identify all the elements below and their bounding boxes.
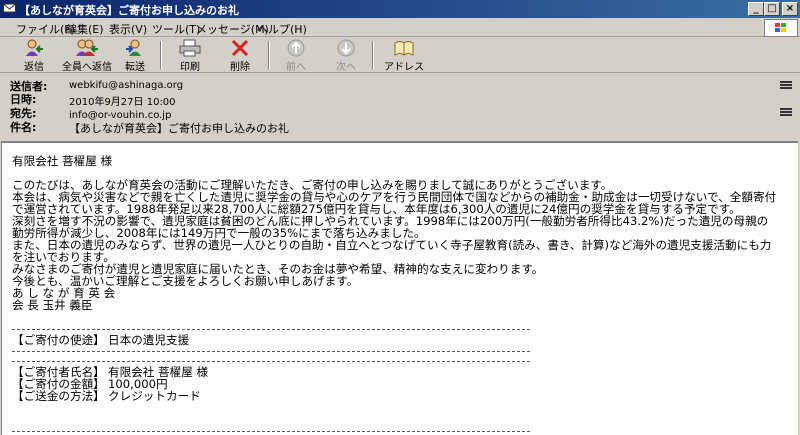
window-title: 【あしなが育英会】ご寄付お申し込みのお礼 [19,4,239,17]
mail-icon [3,3,16,13]
method-value: クレジットカード [108,389,201,403]
previous-button[interactable]: 前へ [280,39,312,73]
method-label: 【ご送金の方法】 [12,389,105,403]
printer-icon [179,39,201,57]
reply-button[interactable]: 返信 [14,39,54,73]
message-header: 送信者: webkifu@ashinaga.org 日時: 2010年9月27日… [0,74,800,140]
dashed-divider [12,351,530,352]
address-book-icon [394,41,414,56]
from-value: webkifu@ashinaga.org [69,80,184,91]
forward-icon [126,39,141,56]
body-line: 有限会社 菩櫂屋 様 [12,154,113,168]
expand-icon [780,81,792,89]
dashed-divider [12,361,530,362]
menu-view[interactable]: 表示(V) [109,21,147,37]
delete-x-icon [231,39,249,57]
reply-all-button[interactable]: 全員へ返信 [60,39,114,73]
close-button[interactable]: × [782,2,798,16]
dashed-divider [12,431,530,432]
body-line: 会 長 玉井 義臣 [12,298,93,312]
next-button[interactable]: 次へ [330,39,362,73]
reply-icon [26,39,43,56]
menu-edit[interactable]: 編集(E) [66,21,104,37]
forward-button[interactable]: 転送 [118,39,152,73]
subject-value: 【あしなが育英会】ご寄付お申し込みのお礼 [69,122,289,135]
minimize-button[interactable]: _ [748,2,764,16]
purpose-value: 日本の遺児支援 [108,333,190,347]
reply-all-icon [76,39,98,56]
menu-tools[interactable]: ツール(T) [152,21,200,37]
body-line: また、日本の遺児のみならず、世界の遺児一人ひとりの自助・自立へとつなげていく寺子… [12,238,772,252]
down-arrow-icon [337,39,355,57]
toolbar-separator [160,41,162,69]
print-button[interactable]: 印刷 [172,39,208,73]
toolbar-separator [372,41,374,69]
date-value: 2010年9月27日 10:00 [69,97,176,108]
menu-bar: ファイル(F) 編集(E) 表示(V) ツール(T) メッセージ(M) ヘルプ(… [0,18,800,37]
subject-label: 件名: [10,121,37,134]
maximize-button[interactable]: □ [764,2,780,16]
up-arrow-icon [287,39,305,57]
delete-button[interactable]: 削除 [222,39,258,73]
dashed-divider [12,329,530,330]
windows-logo-icon [764,19,798,37]
toolbar: 返信 全員へ返信 転送 印刷 削除 前へ 次へ アドレス [0,37,800,73]
menu-help[interactable]: ヘルプ(H) [257,21,307,37]
title-bar: 【あしなが育英会】ご寄付お申し込みのお礼 _ □ × [0,0,800,18]
message-body[interactable]: 有限会社 菩櫂屋 様 このたびは、あしなが育英会の活動にご理解いただき、ご寄付の… [1,141,798,435]
purpose-label: 【ご寄付の使途】 [12,333,105,347]
toolbar-separator [268,41,270,69]
address-book-button[interactable]: アドレス [384,39,424,73]
expand-icon [780,108,792,116]
